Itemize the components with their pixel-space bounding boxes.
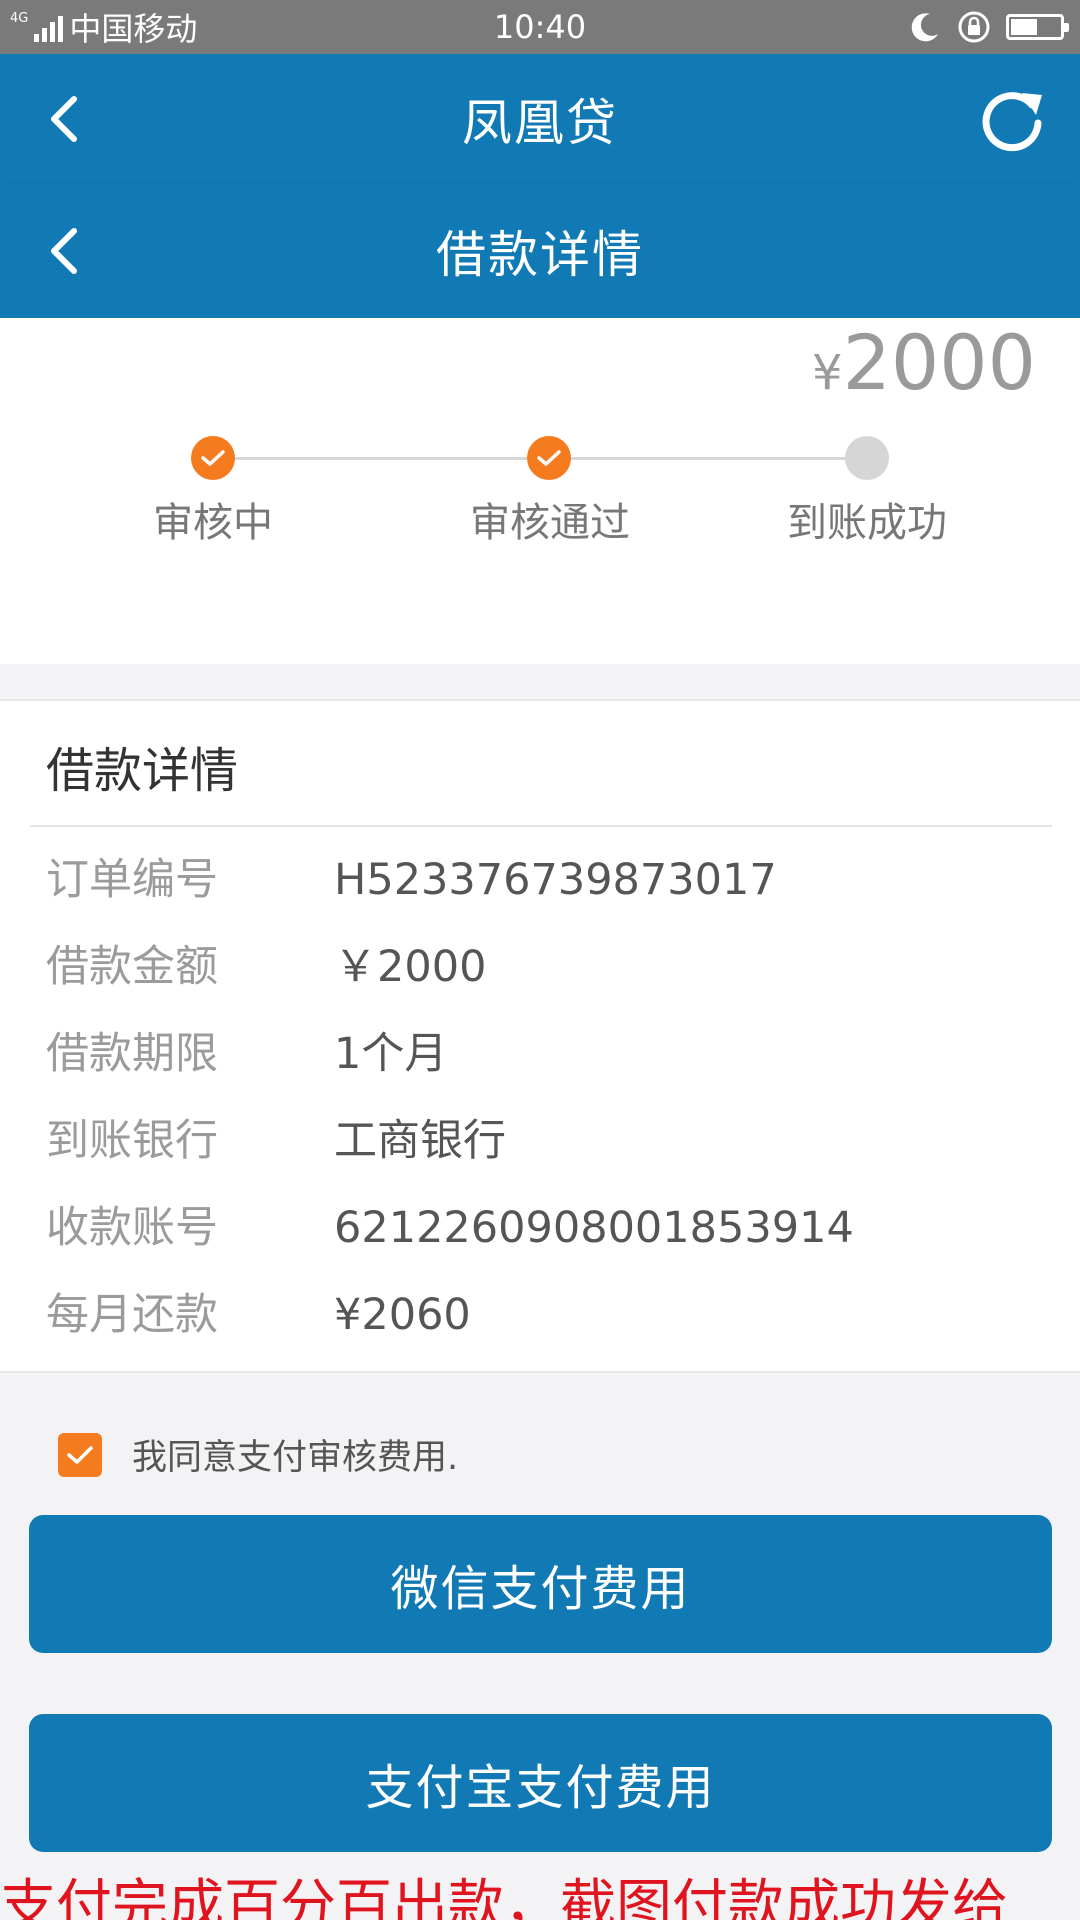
page-title: 借款详情 — [436, 226, 644, 284]
loan-details-card: 借款详情 订单编号 H523376739873017 借款金额 ￥2000 借款… — [0, 699, 1080, 1373]
row-label: 订单编号 — [46, 855, 218, 905]
signal-icon — [34, 12, 64, 42]
row-label: 借款期限 — [46, 1029, 218, 1079]
detail-row-order-number: 订单编号 H523376739873017 — [0, 837, 1080, 924]
row-value: 1个月 — [334, 1029, 448, 1079]
status-right — [908, 9, 1069, 45]
row-value: 工商银行 — [334, 1116, 506, 1166]
agree-checkbox[interactable] — [58, 1432, 102, 1477]
step-3-label: 到账成功 — [787, 500, 947, 546]
page-header: 借款详情 — [0, 184, 1080, 318]
app-title: 凤凰贷 — [462, 94, 618, 152]
carrier-label: 中国移动 — [69, 10, 198, 48]
detail-row-monthly-repayment: 每月还款 ¥2060 — [0, 1272, 1080, 1359]
row-label: 每月还款 — [46, 1290, 218, 1340]
check-icon — [67, 1445, 93, 1464]
row-value: 6212260908001853914 — [334, 1203, 854, 1253]
divider — [30, 825, 1052, 827]
amount-value: 2000 — [842, 318, 1036, 407]
battery-icon — [1006, 14, 1069, 40]
row-value: ¥2060 — [334, 1290, 471, 1340]
row-value: ￥2000 — [334, 942, 487, 992]
status-left: 4G 中国移动 — [10, 4, 197, 50]
agreement-row[interactable]: 我同意支付审核费用. — [58, 1429, 458, 1480]
row-label: 借款金额 — [46, 942, 218, 992]
step-1-check-icon — [191, 436, 235, 480]
step-2-check-icon — [527, 436, 571, 480]
back-arrow-icon[interactable] — [44, 91, 84, 147]
wechat-pay-button[interactable]: 微信支付费用 — [29, 1515, 1052, 1653]
detail-row-account-number: 收款账号 6212260908001853914 — [0, 1185, 1080, 1272]
step-3-pending-dot — [845, 436, 889, 480]
payment-notice-text: 支付完成百分百出款，截图付款成功发给 — [0, 1874, 1008, 1920]
loan-progress-card: ¥2000 审核中 审核通过 到账成功 — [0, 318, 1080, 664]
app-header: 凤凰贷 — [0, 54, 1080, 184]
moon-icon — [911, 13, 938, 42]
details-title: 借款详情 — [46, 743, 239, 799]
network-type-label: 4G — [10, 11, 29, 26]
detail-row-bank: 到账银行 工商银行 — [0, 1098, 1080, 1185]
rotation-lock-icon — [958, 11, 990, 43]
currency-symbol: ¥ — [812, 345, 843, 401]
back-arrow-icon[interactable] — [44, 223, 84, 279]
agreement-text: 我同意支付审核费用. — [132, 1438, 459, 1478]
status-bar: 4G 中国移动 10:40 — [0, 0, 1080, 54]
row-label: 到账银行 — [46, 1116, 218, 1166]
detail-row-loan-term: 借款期限 1个月 — [0, 1011, 1080, 1098]
alipay-pay-button[interactable]: 支付宝支付费用 — [29, 1714, 1052, 1852]
step-1-label: 审核中 — [153, 500, 273, 546]
detail-row-loan-amount: 借款金额 ￥2000 — [0, 924, 1080, 1011]
step-2-label: 审核通过 — [470, 500, 630, 546]
row-value: H523376739873017 — [334, 855, 777, 905]
row-label: 收款账号 — [46, 1203, 218, 1253]
loan-amount: ¥2000 — [812, 318, 1036, 418]
refresh-icon[interactable] — [978, 85, 1046, 153]
